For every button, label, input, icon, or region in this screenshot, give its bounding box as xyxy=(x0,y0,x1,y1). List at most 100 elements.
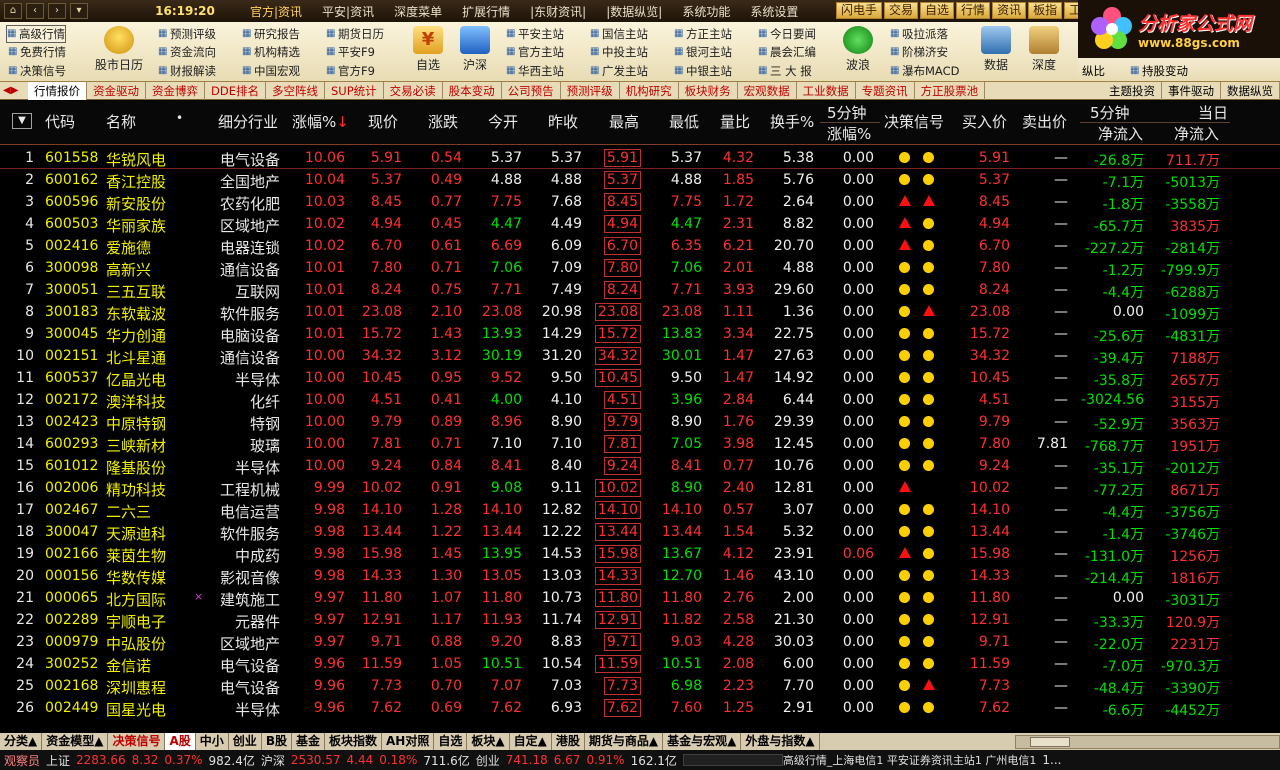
tab-15[interactable]: 方正股票池 xyxy=(915,81,986,100)
bottom-tab-12[interactable]: 自定▲ xyxy=(510,733,552,750)
tb-pingan-f9[interactable]: ▦ 平安F9 xyxy=(326,44,375,60)
table-row[interactable]: 6 300098 高新兴 通信设备 10.01 7.80 0.71 7.06 7.09 7.80 7… xyxy=(0,257,1280,279)
table-row[interactable]: 12 002172 澳洋科技 化纤 10.00 4.51 0.41 4.00 4.10 4.51 3… xyxy=(0,389,1280,411)
tab-9[interactable]: 预测评级 xyxy=(561,81,620,100)
tb-advanced-quotes[interactable]: ▦ 高级行情 xyxy=(6,25,66,43)
tb-three-papers[interactable]: ▦ 三 大 报 xyxy=(758,63,812,79)
tb-holding-change[interactable]: ▦ 持股变动 xyxy=(1130,63,1188,79)
tb-decision-signal[interactable]: ▦ 决策信号 xyxy=(8,63,66,79)
quick-sector-index[interactable]: 板指 xyxy=(1028,2,1063,19)
scrollbar-thumb[interactable] xyxy=(1030,736,1070,747)
header-signal[interactable]: 决策信号 xyxy=(884,111,944,132)
column-menu-icon[interactable]: ▼ xyxy=(12,113,32,129)
tab-11[interactable]: 板块财务 xyxy=(679,81,738,100)
tab-scroll-arrows[interactable]: ◀▶ xyxy=(0,85,28,96)
tab-5[interactable]: SUP统计 xyxy=(325,81,384,100)
tb-capital-flow[interactable]: ▦ 资金流向 xyxy=(158,44,216,60)
header-ask[interactable]: 卖出价 xyxy=(1022,111,1067,132)
tb-data[interactable]: 数据 xyxy=(976,26,1016,73)
tab-2[interactable]: 资金博弈 xyxy=(146,81,205,100)
bottom-tab-15[interactable]: 基金与宏观▲ xyxy=(663,733,742,750)
table-row[interactable]: 13 002423 中原特钢 特钢 10.00 9.79 0.89 8.96 8.90 9.79 8… xyxy=(0,411,1280,433)
table-row[interactable]: 7 300051 三五互联 互联网 10.01 8.24 0.75 7.71 7.49 8.24 7… xyxy=(0,279,1280,301)
tab-12[interactable]: 宏观数据 xyxy=(738,81,797,100)
table-row[interactable]: 20 000156 华数传媒 影视音像 9.98 14.33 1.30 13.05 13.03 1… xyxy=(0,565,1280,587)
quick-news[interactable]: 资讯 xyxy=(992,2,1027,19)
tb-official-f9[interactable]: ▦ 官方F9 xyxy=(326,63,375,79)
tb-yinhe-main[interactable]: ▦ 银河主站 xyxy=(674,44,732,60)
tab-7[interactable]: 股本变动 xyxy=(443,81,502,100)
bottom-tab-9[interactable]: AH对照 xyxy=(382,733,435,750)
tb-depth[interactable]: 深度 xyxy=(1024,26,1064,73)
tab-1[interactable]: 资金驱动 xyxy=(87,81,146,100)
bottom-tab-16[interactable]: 外盘与指数▲ xyxy=(741,733,820,750)
header-vol-ratio[interactable]: 量比 xyxy=(720,111,750,132)
table-row[interactable]: 22 002289 宇顺电子 元器件 9.97 12.91 1.17 11.93 11.74 12… xyxy=(0,609,1280,631)
tab-right-1[interactable]: 事件驱动 xyxy=(1162,81,1221,100)
bottom-tab-13[interactable]: 港股 xyxy=(552,733,585,750)
header-5min-top[interactable]: 5分钟 xyxy=(827,102,867,123)
table-row[interactable]: 14 600293 三峡新材 玻璃 10.00 7.81 0.71 7.10 7.10 7.81 7… xyxy=(0,433,1280,455)
table-row[interactable]: 16 002006 精功科技 工程机械 9.99 10.02 0.91 9.08 9.11 10.… xyxy=(0,477,1280,499)
table-row[interactable]: 18 300047 天源迪科 软件服务 9.98 13.44 1.22 13.44 12.22 1… xyxy=(0,521,1280,543)
tb-financial-report[interactable]: ▦ 财报解读 xyxy=(158,63,216,79)
header-netday-bottom[interactable]: 净流入 xyxy=(1174,123,1219,144)
tb-china-macro[interactable]: ▦ 中国宏观 xyxy=(242,63,300,79)
bottom-tab-6[interactable]: B股 xyxy=(262,733,292,750)
tb-ladder[interactable]: ▦ 阶梯济安 xyxy=(890,44,948,60)
table-row[interactable]: 11 600537 亿晶光电 半导体 10.00 10.45 0.95 9.52 9.50 10.… xyxy=(0,367,1280,389)
tb-official-main[interactable]: ▦ 官方主站 xyxy=(506,44,564,60)
forward-icon[interactable]: › xyxy=(48,3,66,19)
table-row[interactable]: 9 300045 华力创通 电脑设备 10.01 15.72 1.43 13.93 14.29 1… xyxy=(0,323,1280,345)
tab-right-2[interactable]: 数据纵览 xyxy=(1221,81,1280,100)
table-row[interactable]: 25 002168 深圳惠程 电气设备 9.96 7.73 0.70 7.07 7.03 7.73… xyxy=(0,675,1280,697)
header-prev-close[interactable]: 昨收 xyxy=(548,111,578,132)
tab-0[interactable]: 行情报价 xyxy=(28,81,87,100)
bottom-tab-2[interactable]: 决策信号 xyxy=(108,733,166,750)
table-row[interactable]: 2 600162 香江控股 全国地产 10.04 5.37 0.49 4.88 4.88 5.37… xyxy=(0,169,1280,191)
menu-deep[interactable]: 深度菜单 xyxy=(384,3,452,20)
header-change-pct[interactable]: 涨幅%↓ xyxy=(292,111,349,132)
tab-8[interactable]: 公司预告 xyxy=(502,81,561,100)
table-row[interactable]: 17 002467 二六三 电信运营 9.98 14.10 1.28 14.10 12.82 14… xyxy=(0,499,1280,521)
bottom-tab-14[interactable]: 期货与商品▲ xyxy=(585,733,664,750)
bottom-tab-11[interactable]: 板块▲ xyxy=(467,733,510,750)
header-change[interactable]: 涨跌 xyxy=(428,111,458,132)
bottom-tab-5[interactable]: 创业 xyxy=(229,733,262,750)
tb-zhongyin-main[interactable]: ▦ 中银主站 xyxy=(674,63,732,79)
tb-wave[interactable]: 波浪 xyxy=(838,26,878,73)
tb-compare[interactable]: 纵比 xyxy=(1082,63,1105,79)
menu-eastmoney[interactable]: |东财资讯| xyxy=(520,3,596,20)
quick-quotes[interactable]: 行情 xyxy=(956,2,991,19)
header-net5-top[interactable]: 5分钟 xyxy=(1090,102,1130,123)
tb-morning-meeting[interactable]: ▦ 晨会汇编 xyxy=(758,44,816,60)
bottom-tab-10[interactable]: 自选 xyxy=(434,733,468,750)
quick-flash-trade[interactable]: 闪电手 xyxy=(836,2,883,19)
tab-3[interactable]: DDE排名 xyxy=(205,81,266,100)
table-row[interactable]: 26 002449 国星光电 半导体 9.96 7.62 0.69 7.62 6.93 7.62 7… xyxy=(0,697,1280,719)
bottom-tab-3[interactable]: A股 xyxy=(165,733,196,750)
table-row[interactable]: 5 002416 爱施德 电器连锁 10.02 6.70 0.61 6.69 6.09 6.70 6… xyxy=(0,235,1280,257)
menu-data-overview[interactable]: |数据纵览| xyxy=(596,3,672,20)
server-info[interactable]: 高级行情_上海电信1 平安证券资讯主站1 广州电信1 xyxy=(783,752,1043,768)
tab-right-0[interactable]: 主题投资 xyxy=(1103,81,1162,100)
tb-stock-calendar[interactable]: 股市日历 xyxy=(94,26,144,73)
tb-free-quotes[interactable]: ▦ 免费行情 xyxy=(8,44,66,60)
tb-zhongtou-main[interactable]: ▦ 中投主站 xyxy=(590,44,648,60)
up-icon[interactable]: ▾ xyxy=(70,3,88,19)
header-5min-bottom[interactable]: 涨幅% xyxy=(827,123,871,144)
back-icon[interactable]: ‹ xyxy=(26,3,44,19)
table-row[interactable]: 3 600596 新安股份 农药化肥 10.03 8.45 0.77 7.75 7.68 8.45… xyxy=(0,191,1280,213)
table-row[interactable]: 1 601558 华锐风电 电气设备 10.06 5.91 0.54 5.37 5.37 5.91… xyxy=(0,147,1280,169)
header-turnover[interactable]: 换手% xyxy=(770,111,814,132)
table-row[interactable]: 21 000065 北方国际 × 建筑施工 9.97 11.80 1.07 11.80 10.73… xyxy=(0,587,1280,609)
tb-guangfa-main[interactable]: ▦ 广发主站 xyxy=(590,63,648,79)
header-netday-top[interactable]: 当日 xyxy=(1198,102,1228,123)
tb-research-report[interactable]: ▦ 研究报告 xyxy=(242,26,300,42)
tb-pull-drop[interactable]: ▦ 吸拉派落 xyxy=(890,26,948,42)
tab-14[interactable]: 专题资讯 xyxy=(856,81,915,100)
tb-futures-calendar[interactable]: ▦ 期货日历 xyxy=(326,26,384,42)
header-open[interactable]: 今开 xyxy=(488,111,518,132)
table-row[interactable]: 23 000979 中弘股份 区域地产 9.97 9.71 0.88 9.20 8.83 9.71… xyxy=(0,631,1280,653)
menu-extended[interactable]: 扩展行情 xyxy=(452,3,520,20)
